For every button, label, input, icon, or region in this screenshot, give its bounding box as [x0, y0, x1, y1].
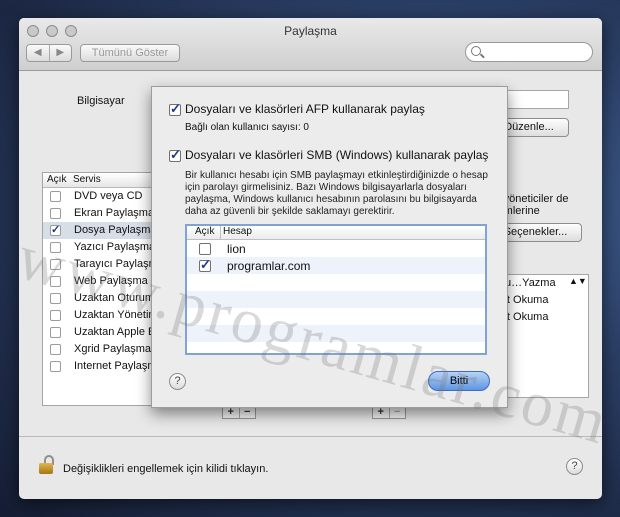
- account-checkbox[interactable]: [199, 243, 211, 255]
- service-checkbox[interactable]: [50, 344, 61, 355]
- service-label: Web Paylaşma: [74, 275, 148, 287]
- afp-label: Dosyaları ve klasörleri AFP kullanarak p…: [185, 102, 425, 116]
- service-label: Yazıcı Paylaşma: [74, 241, 156, 253]
- lock-icon[interactable]: [37, 455, 55, 474]
- service-checkbox[interactable]: [50, 191, 61, 202]
- window-title: Paylaşma: [284, 24, 337, 38]
- service-label: Internet Paylaşma: [74, 360, 163, 372]
- accounts-header-account: Hesap: [223, 226, 252, 237]
- empty-row: [187, 308, 485, 325]
- service-checkbox[interactable]: [50, 242, 61, 253]
- account-row[interactable]: lion: [187, 240, 485, 257]
- back-arrow-icon[interactable]: ◀: [27, 45, 50, 61]
- connected-users-text: Bağlı olan kullanıcı sayısı: 0: [185, 122, 309, 133]
- service-label: Uzaktan Oturum: [74, 292, 155, 304]
- search-input[interactable]: [465, 42, 593, 62]
- smb-label: Dosyaları ve klasörleri SMB (Windows) ku…: [185, 148, 489, 162]
- lock-text: Değişiklikleri engellemek için kilidi tı…: [63, 463, 269, 475]
- account-name: programlar.com: [227, 259, 311, 273]
- empty-row: [187, 291, 485, 308]
- services-header-service: Servis: [73, 174, 101, 185]
- account-name: lion: [227, 242, 246, 256]
- service-label: Xgrid Paylaşma: [74, 343, 152, 355]
- smb-description: Bir kullanıcı hesabı için SMB paylaşmayı…: [185, 170, 488, 217]
- service-checkbox[interactable]: ✓: [50, 225, 61, 236]
- service-label: Ekran Paylaşma: [74, 207, 155, 219]
- accounts-header-on: Açık: [195, 226, 215, 237]
- account-checkbox[interactable]: [199, 257, 211, 273]
- computer-name-label: Bilgisayar: [77, 95, 125, 107]
- service-checkbox[interactable]: [50, 293, 61, 304]
- help-button[interactable]: ?: [566, 458, 583, 475]
- done-button[interactable]: Bitti: [428, 371, 490, 391]
- account-row[interactable]: programlar.com: [187, 257, 485, 274]
- file-sharing-options-sheet: Dosyaları ve klasörleri AFP kullanarak p…: [151, 86, 508, 408]
- show-all-button[interactable]: Tümünü Göster: [80, 44, 180, 62]
- service-checkbox[interactable]: [50, 361, 61, 372]
- title-bar: Paylaşma ◀ ▶ Tümünü Göster: [19, 18, 602, 71]
- forward-arrow-icon[interactable]: ▶: [50, 45, 72, 61]
- nav-buttons: ◀ ▶: [26, 44, 72, 62]
- service-checkbox[interactable]: [50, 259, 61, 270]
- popup-arrows-icon: ▲▼: [569, 276, 587, 286]
- empty-row: [187, 342, 485, 353]
- smb-checkbox[interactable]: [169, 147, 181, 163]
- service-checkbox[interactable]: [50, 276, 61, 287]
- service-checkbox[interactable]: [50, 327, 61, 338]
- services-header-on: Açık: [47, 174, 67, 185]
- service-label: DVD veya CD: [74, 190, 143, 202]
- service-checkbox[interactable]: [50, 310, 61, 321]
- preferences-window: Paylaşma ◀ ▶ Tümünü Göster Bilgisayar Dü…: [19, 18, 602, 499]
- service-label: Uzaktan Yönetim: [74, 309, 158, 321]
- search-icon: [471, 46, 481, 56]
- sheet-help-button[interactable]: ?: [169, 373, 186, 390]
- accounts-header: Açık Hesap: [187, 226, 485, 240]
- empty-row: [187, 274, 485, 291]
- afp-checkbox[interactable]: [169, 101, 181, 117]
- empty-row: [187, 325, 485, 342]
- service-checkbox[interactable]: [50, 208, 61, 219]
- service-label: Dosya Paylaşma: [74, 224, 157, 236]
- accounts-list[interactable]: Açık Hesap lion programlar.com: [185, 224, 487, 355]
